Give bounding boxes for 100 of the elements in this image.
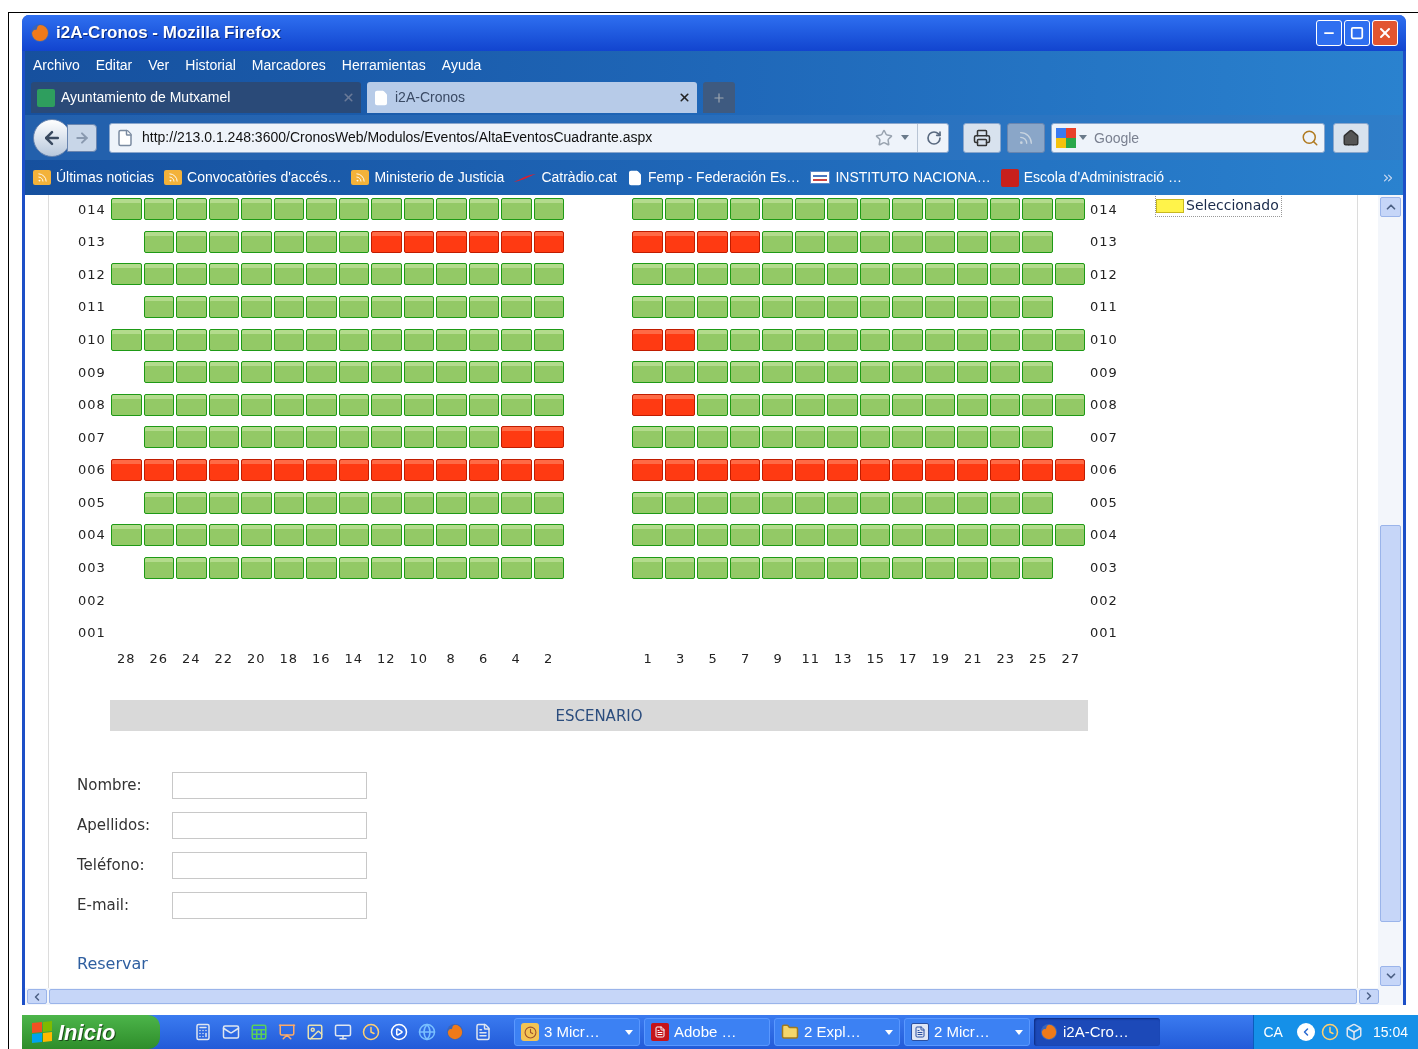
seat[interactable] <box>468 393 499 416</box>
bookmark[interactable]: Ministerio de Justicia <box>351 167 505 188</box>
seat[interactable] <box>989 296 1020 319</box>
seat[interactable] <box>533 198 564 221</box>
seat[interactable] <box>338 230 369 253</box>
seat[interactable] <box>208 426 239 449</box>
seat[interactable] <box>892 328 923 351</box>
input-field[interactable] <box>172 891 367 919</box>
seat[interactable] <box>989 328 1020 351</box>
seat[interactable] <box>176 524 207 547</box>
show-hidden-icon[interactable] <box>1296 1023 1315 1041</box>
seat[interactable] <box>794 296 825 319</box>
seat[interactable] <box>1022 524 1053 547</box>
seat[interactable] <box>762 393 793 416</box>
seat[interactable] <box>533 263 564 286</box>
seat[interactable] <box>827 230 858 253</box>
bookmark[interactable]: Catràdio.cat <box>514 167 617 188</box>
seat[interactable] <box>924 491 955 514</box>
seat[interactable] <box>436 393 467 416</box>
seat[interactable] <box>664 393 695 416</box>
seat[interactable] <box>762 524 793 547</box>
seat[interactable] <box>371 361 402 384</box>
seat[interactable] <box>729 263 760 286</box>
seat[interactable] <box>176 198 207 221</box>
seat[interactable] <box>403 361 434 384</box>
seat[interactable] <box>762 491 793 514</box>
seat[interactable] <box>208 556 239 579</box>
seat[interactable] <box>241 393 272 416</box>
seat[interactable] <box>208 459 239 482</box>
seat[interactable] <box>208 198 239 221</box>
browser-tab[interactable]: Ayuntamiento de Mutxamel <box>31 82 361 113</box>
seat[interactable] <box>729 361 760 384</box>
maximize-button[interactable] <box>1344 20 1370 46</box>
seat[interactable] <box>338 361 369 384</box>
seat[interactable] <box>306 459 337 482</box>
seat[interactable] <box>859 230 890 253</box>
bookmark[interactable]: Femp - Federación Es… <box>626 167 801 188</box>
seat[interactable] <box>306 263 337 286</box>
seat[interactable] <box>697 556 728 579</box>
seat[interactable] <box>794 491 825 514</box>
menu-item[interactable]: Marcadores <box>251 54 326 76</box>
seat[interactable] <box>1022 230 1053 253</box>
seat[interactable] <box>468 426 499 449</box>
seat[interactable] <box>924 426 955 449</box>
seat[interactable] <box>241 426 272 449</box>
seat[interactable] <box>957 361 988 384</box>
seat[interactable] <box>664 459 695 482</box>
seat[interactable] <box>436 328 467 351</box>
seat[interactable] <box>501 459 532 482</box>
horizontal-scrollbar[interactable] <box>25 988 1403 1005</box>
seat[interactable] <box>729 556 760 579</box>
seat[interactable] <box>241 296 272 319</box>
seat[interactable] <box>989 393 1020 416</box>
seat[interactable] <box>892 361 923 384</box>
seat[interactable] <box>143 491 174 514</box>
vertical-scrollbar[interactable] <box>1378 195 1403 988</box>
seat[interactable] <box>697 263 728 286</box>
seat[interactable] <box>827 556 858 579</box>
search-field[interactable]: Google <box>1051 122 1325 153</box>
seat[interactable] <box>632 198 663 221</box>
seat[interactable] <box>273 426 304 449</box>
seat[interactable] <box>664 491 695 514</box>
seat[interactable] <box>892 263 923 286</box>
seat[interactable] <box>436 524 467 547</box>
taskbar-button[interactable]: 2 Micr… <box>904 1018 1030 1046</box>
seat[interactable] <box>208 361 239 384</box>
seat[interactable] <box>892 524 923 547</box>
seat[interactable] <box>1022 491 1053 514</box>
seat[interactable] <box>273 198 304 221</box>
seat[interactable] <box>111 459 142 482</box>
seat[interactable] <box>176 556 207 579</box>
seat[interactable] <box>632 459 663 482</box>
seat[interactable] <box>241 198 272 221</box>
close-button[interactable] <box>1372 20 1398 46</box>
seat[interactable] <box>143 296 174 319</box>
seat[interactable] <box>729 426 760 449</box>
seat[interactable] <box>729 459 760 482</box>
seat[interactable] <box>436 296 467 319</box>
seat[interactable] <box>794 524 825 547</box>
seat[interactable] <box>501 556 532 579</box>
input-field[interactable] <box>172 771 367 799</box>
seat[interactable] <box>632 296 663 319</box>
seat[interactable] <box>371 426 402 449</box>
seat[interactable] <box>762 296 793 319</box>
seat[interactable] <box>892 459 923 482</box>
seat[interactable] <box>208 296 239 319</box>
seat[interactable] <box>664 361 695 384</box>
seat[interactable] <box>111 263 142 286</box>
seat[interactable] <box>989 459 1020 482</box>
seat[interactable] <box>729 230 760 253</box>
close-tab-icon[interactable] <box>678 91 691 104</box>
seat[interactable] <box>468 263 499 286</box>
seat[interactable] <box>1022 296 1053 319</box>
seat[interactable] <box>632 263 663 286</box>
seat[interactable] <box>664 263 695 286</box>
seat[interactable] <box>403 524 434 547</box>
menu-item[interactable]: Editar <box>95 54 133 76</box>
seat[interactable] <box>957 393 988 416</box>
seat[interactable] <box>371 328 402 351</box>
bookmark[interactable]: Convocatòries d'accés… <box>164 167 342 188</box>
